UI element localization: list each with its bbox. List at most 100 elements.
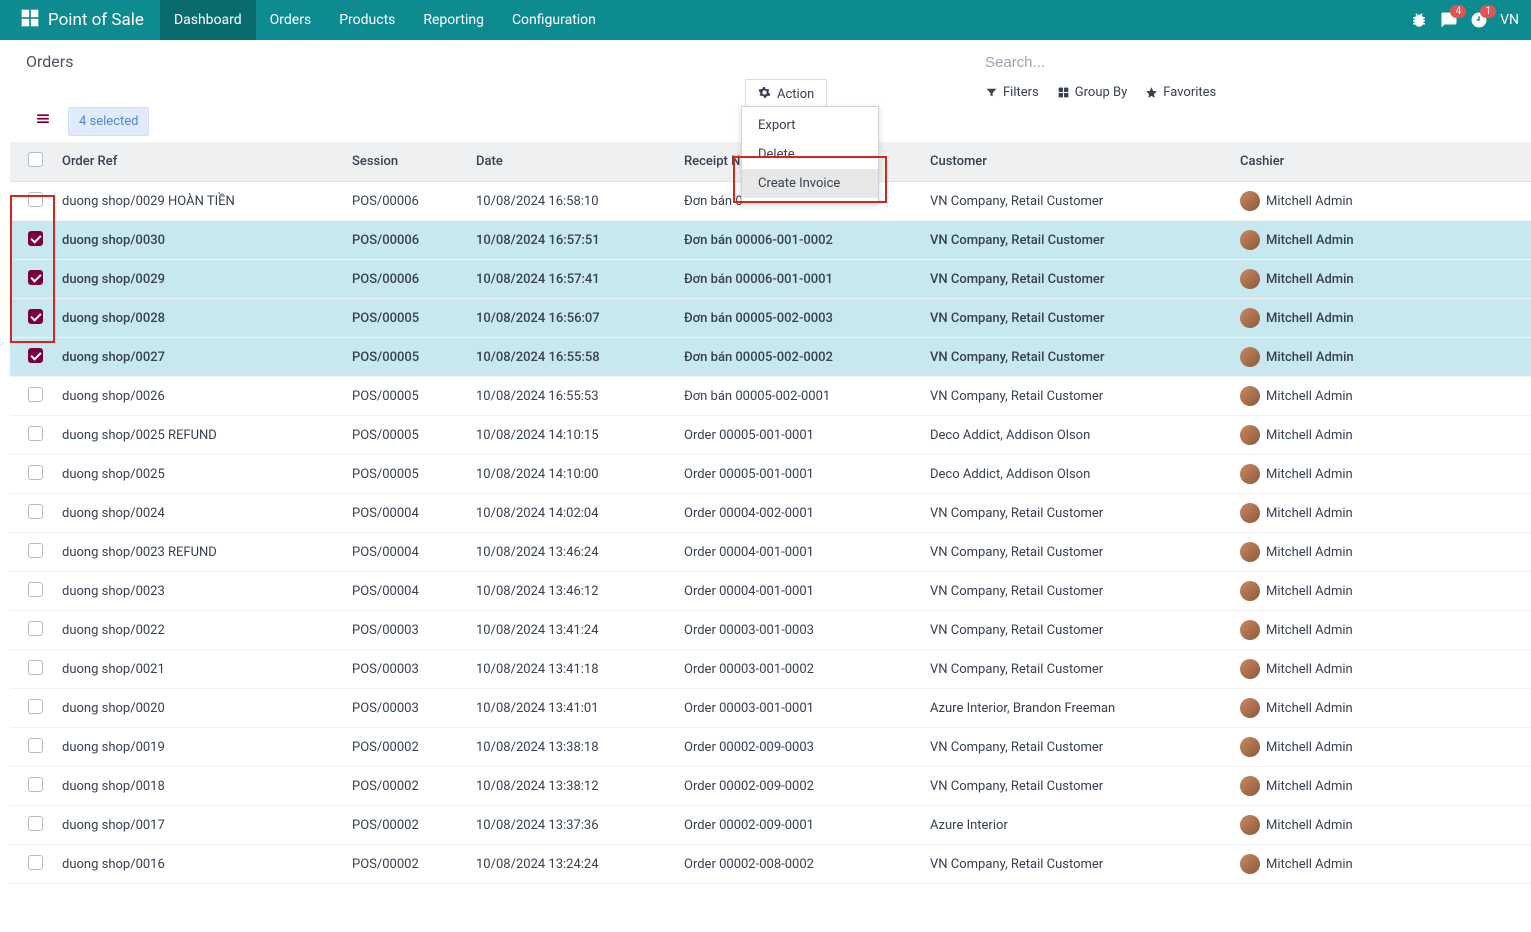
row-checkbox[interactable] — [28, 309, 43, 324]
app-brand[interactable]: Point of Sale — [8, 8, 156, 33]
row-checkbox[interactable] — [28, 465, 43, 480]
table-row[interactable]: duong shop/0017POS/0000210/08/2024 13:37… — [10, 806, 1531, 845]
cell-customer: VN Company, Retail Customer — [922, 182, 1232, 221]
avatar — [1240, 386, 1260, 406]
action-create-invoice[interactable]: Create Invoice — [742, 169, 878, 198]
avatar — [1240, 815, 1260, 835]
row-checkbox[interactable] — [28, 738, 43, 753]
navbar-menu: DashboardOrdersProductsReportingConfigur… — [160, 0, 610, 40]
table-row[interactable]: duong shop/0026POS/0000510/08/2024 16:55… — [10, 377, 1531, 416]
avatar — [1240, 308, 1260, 328]
cell-session: POS/00004 — [344, 533, 468, 572]
cell-cashier: Mitchell Admin — [1232, 377, 1531, 416]
row-checkbox[interactable] — [28, 660, 43, 675]
row-checkbox[interactable] — [28, 699, 43, 714]
cell-receipt: Order 00004-001-0001 — [676, 533, 922, 572]
header-customer[interactable]: Customer — [922, 142, 1232, 182]
nav-configuration[interactable]: Configuration — [498, 0, 610, 40]
cell-customer: VN Company, Retail Customer — [922, 377, 1232, 416]
row-checkbox[interactable] — [28, 348, 43, 363]
row-checkbox[interactable] — [28, 855, 43, 870]
cell-cashier: Mitchell Admin — [1232, 806, 1531, 845]
action-export[interactable]: Export — [742, 111, 878, 140]
row-checkbox[interactable] — [28, 426, 43, 441]
table-row[interactable]: duong shop/0025 REFUNDPOS/0000510/08/202… — [10, 416, 1531, 455]
cell-cashier: Mitchell Admin — [1232, 728, 1531, 767]
bug-icon[interactable] — [1410, 11, 1428, 29]
cell-date: 10/08/2024 16:55:58 — [468, 338, 676, 377]
cell-receipt: Đơn bán 00005-002-0003 — [676, 299, 922, 338]
row-checkbox[interactable] — [28, 387, 43, 402]
table-row[interactable]: duong shop/0020POS/0000310/08/2024 13:41… — [10, 689, 1531, 728]
table-row[interactable]: duong shop/0023POS/0000410/08/2024 13:46… — [10, 572, 1531, 611]
cell-cashier: Mitchell Admin — [1232, 455, 1531, 494]
cashier-name: Mitchell Admin — [1266, 584, 1353, 599]
table-row[interactable]: duong shop/0029POS/0000610/08/2024 16:57… — [10, 260, 1531, 299]
row-checkbox[interactable] — [28, 231, 43, 246]
cell-cashier: Mitchell Admin — [1232, 689, 1531, 728]
cell-receipt: Order 00005-001-0001 — [676, 455, 922, 494]
header-session[interactable]: Session — [344, 142, 468, 182]
user-menu[interactable]: VN — [1500, 12, 1519, 28]
cell-order: duong shop/0025 REFUND — [54, 416, 344, 455]
table-row[interactable]: duong shop/0022POS/0000310/08/2024 13:41… — [10, 611, 1531, 650]
table-row[interactable]: duong shop/0018POS/0000210/08/2024 13:38… — [10, 767, 1531, 806]
table-row[interactable]: duong shop/0025POS/0000510/08/2024 14:10… — [10, 455, 1531, 494]
nav-orders[interactable]: Orders — [256, 0, 326, 40]
list-view-button[interactable] — [26, 106, 60, 136]
table-row[interactable]: duong shop/0030POS/0000610/08/2024 16:57… — [10, 221, 1531, 260]
favorites-button[interactable]: Favorites — [1145, 85, 1216, 100]
select-all-checkbox[interactable] — [28, 152, 43, 167]
cell-cashier: Mitchell Admin — [1232, 299, 1531, 338]
header-order[interactable]: Order Ref — [54, 142, 344, 182]
cell-date: 10/08/2024 13:46:24 — [468, 533, 676, 572]
avatar — [1240, 620, 1260, 640]
cell-session: POS/00005 — [344, 455, 468, 494]
cell-receipt: Order 00003-001-0002 — [676, 650, 922, 689]
cell-session: POS/00006 — [344, 182, 468, 221]
activities-badge: 1 — [1480, 5, 1496, 18]
search-input[interactable] — [985, 50, 1515, 75]
nav-dashboard[interactable]: Dashboard — [160, 0, 256, 40]
row-checkbox[interactable] — [28, 504, 43, 519]
table-row[interactable]: duong shop/0028POS/0000510/08/2024 16:56… — [10, 299, 1531, 338]
avatar — [1240, 269, 1260, 289]
nav-reporting[interactable]: Reporting — [409, 0, 498, 40]
action-button[interactable]: Action — [745, 79, 827, 109]
row-checkbox[interactable] — [28, 192, 43, 207]
table-row[interactable]: duong shop/0024POS/0000410/08/2024 14:02… — [10, 494, 1531, 533]
activities-icon[interactable]: 1 — [1470, 11, 1488, 29]
cell-session: POS/00006 — [344, 260, 468, 299]
messages-icon[interactable]: 4 — [1440, 11, 1458, 29]
row-checkbox[interactable] — [28, 816, 43, 831]
cashier-name: Mitchell Admin — [1266, 233, 1354, 248]
table-row[interactable]: duong shop/0023 REFUNDPOS/0000410/08/202… — [10, 533, 1531, 572]
cashier-name: Mitchell Admin — [1266, 662, 1353, 677]
cell-cashier: Mitchell Admin — [1232, 221, 1531, 260]
table-row[interactable]: duong shop/0019POS/0000210/08/2024 13:38… — [10, 728, 1531, 767]
cell-customer: VN Company, Retail Customer — [922, 728, 1232, 767]
cell-customer: VN Company, Retail Customer — [922, 572, 1232, 611]
avatar — [1240, 191, 1260, 211]
row-checkbox[interactable] — [28, 543, 43, 558]
groupby-button[interactable]: Group By — [1057, 85, 1128, 100]
cashier-name: Mitchell Admin — [1266, 506, 1353, 521]
selected-count[interactable]: 4 selected — [68, 107, 149, 136]
header-date[interactable]: Date — [468, 142, 676, 182]
row-checkbox[interactable] — [28, 621, 43, 636]
nav-products[interactable]: Products — [325, 0, 409, 40]
cell-session: POS/00004 — [344, 572, 468, 611]
action-delete[interactable]: Delete — [742, 140, 878, 169]
table-row[interactable]: duong shop/0027POS/0000510/08/2024 16:55… — [10, 338, 1531, 377]
table-row[interactable]: duong shop/0021POS/0000310/08/2024 13:41… — [10, 650, 1531, 689]
cashier-name: Mitchell Admin — [1266, 623, 1353, 638]
row-checkbox[interactable] — [28, 582, 43, 597]
navbar-right: 4 1 VN — [1410, 11, 1523, 29]
cell-cashier: Mitchell Admin — [1232, 572, 1531, 611]
cashier-name: Mitchell Admin — [1266, 779, 1353, 794]
header-cashier[interactable]: Cashier — [1232, 142, 1531, 182]
table-row[interactable]: duong shop/0016POS/0000210/08/2024 13:24… — [10, 845, 1531, 884]
filters-button[interactable]: Filters — [985, 85, 1039, 100]
row-checkbox[interactable] — [28, 270, 43, 285]
row-checkbox[interactable] — [28, 777, 43, 792]
